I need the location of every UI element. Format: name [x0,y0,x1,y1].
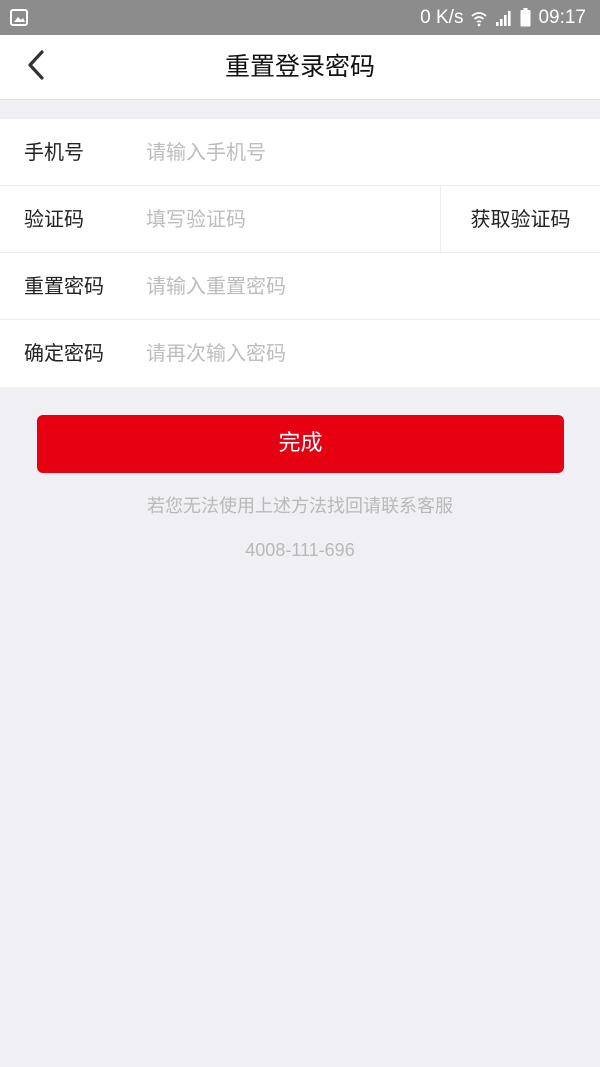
phone-row: 手机号 [0,119,600,186]
help-text: 若您无法使用上述方法找回请联系客服 [147,496,453,517]
new-password-input[interactable] [146,253,576,319]
status-indicators: 0 K/s 09:17 [420,0,586,35]
code-label: 验证码 [24,207,84,231]
battery-icon [520,8,531,27]
wifi-icon [470,9,488,27]
new-password-row: 重置密码 [0,253,600,320]
page-title: 重置登录密码 [224,52,375,81]
chevron-left-icon [25,49,47,85]
phone-label: 手机号 [24,140,84,164]
confirm-password-input[interactable] [146,320,576,386]
phone-input[interactable] [146,119,576,185]
code-input[interactable] [146,186,426,252]
image-icon [10,9,28,26]
new-password-label: 重置密码 [24,274,104,298]
clock: 09:17 [538,6,586,28]
confirm-password-label: 确定密码 [24,341,104,365]
code-row: 验证码 获取验证码 [0,186,600,253]
get-code-button[interactable]: 获取验证码 [440,186,600,252]
signal-icon [495,9,513,27]
customer-service-phone[interactable]: 4008-111-696 [0,540,600,561]
confirm-password-row: 确定密码 [0,320,600,387]
submit-button[interactable]: 完成 [37,415,564,473]
network-speed: 0 K/s [420,6,464,28]
nav-bar: 重置登录密码 [0,35,600,100]
reset-password-form: 手机号 验证码 获取验证码 重置密码 确定密码 [0,119,600,387]
back-button[interactable] [14,45,58,89]
status-bar: 0 K/s 09:17 [0,0,600,35]
